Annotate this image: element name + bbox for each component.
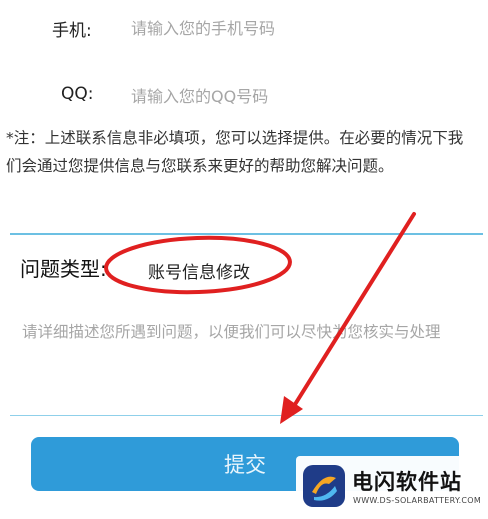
description-divider — [10, 415, 483, 416]
watermark: 电闪软件站 WWW.DS-SOLARBATTERY.COM — [296, 456, 488, 519]
brand-logo-icon — [303, 465, 345, 507]
watermark-name: 电闪软件站 — [352, 470, 462, 494]
arrow-head — [280, 396, 303, 424]
issue-type-label: 问题类型: — [20, 257, 107, 281]
phone-input[interactable] — [131, 16, 431, 40]
issue-type-select[interactable]: 账号信息修改 — [148, 258, 250, 283]
section-divider — [10, 233, 483, 235]
watermark-url: WWW.DS-SOLARBATTERY.COM — [353, 496, 482, 505]
qq-input[interactable] — [131, 84, 431, 108]
qq-label: QQ: — [61, 84, 94, 104]
phone-label: 手机: — [52, 21, 92, 41]
contact-note: *注：上述联系信息非必填项，您可以选择提供。在必要的情况下我们会通过您提供信息与… — [6, 129, 464, 175]
issue-description-input[interactable] — [22, 319, 478, 381]
